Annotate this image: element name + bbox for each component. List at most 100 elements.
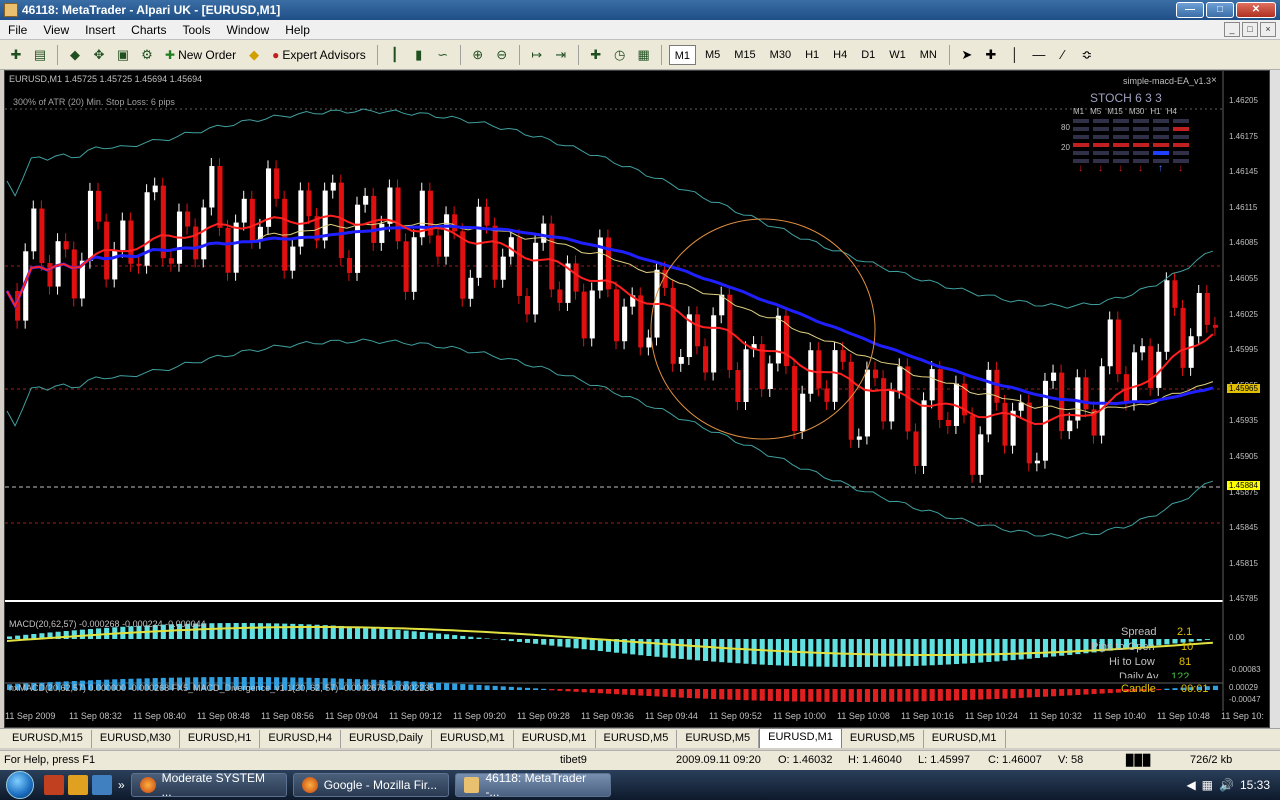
strategy-tester-icon[interactable]: ⚙ xyxy=(137,45,157,65)
quicklaunch-more-icon[interactable]: » xyxy=(118,778,125,792)
candle-body xyxy=(233,222,239,273)
candle-body xyxy=(403,241,409,292)
chart-tab[interactable]: EURUSD,M5 xyxy=(677,730,760,748)
macd-bar xyxy=(355,626,361,639)
macd-bar xyxy=(209,623,215,639)
metaeditor-icon[interactable]: ◆ xyxy=(244,45,264,65)
price-axis-label: 1.46085 xyxy=(1229,238,1258,248)
chart-tab[interactable]: EURUSD,M1 xyxy=(924,730,1006,748)
mdi-restore-button[interactable]: □ xyxy=(1242,22,1258,37)
chart-tab[interactable]: EURUSD,M1 xyxy=(514,730,596,748)
quicklaunch-icon[interactable] xyxy=(92,775,112,795)
candlestick-icon[interactable]: ▮ xyxy=(409,45,429,65)
timeframe-m5[interactable]: M5 xyxy=(700,45,725,65)
bar-chart-icon[interactable]: ┃ xyxy=(385,45,405,65)
task-metatrader[interactable]: 46118: MetaTrader -... xyxy=(454,771,611,799)
macd-bar xyxy=(994,639,1000,662)
candle-body xyxy=(711,315,717,373)
ea-close-icon[interactable]: × xyxy=(1211,75,1217,86)
menu-help[interactable]: Help xyxy=(277,23,318,37)
vertical-scrollbar[interactable] xyxy=(1270,70,1280,728)
trendline-icon[interactable]: ∕ xyxy=(1053,45,1073,65)
minimize-button[interactable]: — xyxy=(1176,2,1204,18)
macd-bar xyxy=(719,639,725,663)
timeframe-m15[interactable]: M15 xyxy=(729,45,760,65)
menu-window[interactable]: Window xyxy=(219,23,278,37)
macd-bar xyxy=(484,638,490,639)
timeframe-m1[interactable]: M1 xyxy=(668,44,696,65)
stoch-cell xyxy=(1133,151,1149,155)
line-chart-icon[interactable]: ∽ xyxy=(433,45,453,65)
timeframe-d1[interactable]: D1 xyxy=(856,45,880,65)
chart-window[interactable]: ↓ ↓ ↓ ↓ ↑ ↓ EURUSD,M1 1.45725 1.45725 1.45694… xyxy=(4,70,1270,728)
chart-tab[interactable]: EURUSD,H1 xyxy=(180,730,261,748)
chart-tab[interactable]: EURUSD,Daily xyxy=(341,730,432,748)
auto-scroll-icon[interactable]: ↦ xyxy=(527,45,547,65)
title-bar[interactable]: 46118: MetaTrader - Alpari UK - [EURUSD,… xyxy=(0,0,1280,20)
quicklaunch-icon[interactable] xyxy=(44,775,64,795)
mdi-close-button[interactable]: × xyxy=(1260,22,1276,37)
new-chart-icon[interactable]: ✚ xyxy=(6,45,26,65)
chart-tab[interactable]: EURUSD,H4 xyxy=(260,730,341,748)
nxmacd-bar xyxy=(492,685,498,690)
maximize-button[interactable]: □ xyxy=(1206,2,1234,18)
stoch-tf: M15 xyxy=(1107,107,1123,116)
candle-body xyxy=(1140,346,1146,353)
chart-tab[interactable]: EURUSD,M1 xyxy=(759,728,842,748)
quicklaunch-icon[interactable] xyxy=(68,775,88,795)
zoom-out-icon[interactable]: ⊖ xyxy=(492,45,512,65)
zoom-in-icon[interactable]: ⊕ xyxy=(468,45,488,65)
timeframe-w1[interactable]: W1 xyxy=(884,45,911,65)
macd-bar xyxy=(7,636,13,639)
templates-icon[interactable]: ▦ xyxy=(634,45,654,65)
macd-level-neg: -0.00083 xyxy=(1229,665,1261,674)
periods-icon[interactable]: ◷ xyxy=(610,45,630,65)
vertical-line-icon[interactable]: │ xyxy=(1005,45,1025,65)
close-button[interactable]: ✕ xyxy=(1236,2,1276,18)
volume-icon[interactable]: 🔊 xyxy=(1219,778,1234,792)
timeframe-h4[interactable]: H4 xyxy=(828,45,852,65)
horizontal-line-icon[interactable]: — xyxy=(1029,45,1049,65)
cursor-icon[interactable]: ➤ xyxy=(957,45,977,65)
chart-tab[interactable]: EURUSD,M1 xyxy=(432,730,514,748)
candle-body xyxy=(703,346,709,373)
profiles-icon[interactable]: ▤ xyxy=(30,45,50,65)
menu-charts[interactable]: Charts xyxy=(123,23,174,37)
timeframe-h1[interactable]: H1 xyxy=(800,45,824,65)
clock[interactable]: 15:33 xyxy=(1240,778,1270,792)
menu-tools[interactable]: Tools xyxy=(175,23,219,37)
task-google-firefox[interactable]: Google - Mozilla Fir... xyxy=(292,773,449,797)
timeframe-mn[interactable]: MN xyxy=(915,45,942,65)
macd-bar xyxy=(905,639,911,667)
expert-advisors-button[interactable]: ● Expert Advisors xyxy=(268,44,370,66)
chart-tab[interactable]: EURUSD,M15 xyxy=(4,730,92,748)
chart-tab[interactable]: EURUSD,M30 xyxy=(92,730,180,748)
chart-tab[interactable]: EURUSD,M5 xyxy=(842,730,924,748)
chart-tab[interactable]: EURUSD,M5 xyxy=(596,730,678,748)
channel-icon[interactable]: ≎ xyxy=(1077,45,1097,65)
indicators-icon[interactable]: ✚ xyxy=(586,45,606,65)
chart-shift-icon[interactable]: ⇥ xyxy=(551,45,571,65)
menu-view[interactable]: View xyxy=(35,23,77,37)
menu-insert[interactable]: Insert xyxy=(77,23,123,37)
nxmacd-bar xyxy=(1212,685,1218,690)
task-label: Google - Mozilla Fir... xyxy=(323,778,438,792)
market-watch-icon[interactable]: ◆ xyxy=(65,45,85,65)
menu-file[interactable]: File xyxy=(0,23,35,37)
start-button[interactable] xyxy=(0,770,40,800)
price-chart[interactable]: ↓ ↓ ↓ ↓ ↑ ↓ xyxy=(5,71,1270,728)
tray-expand-icon[interactable]: ◀ xyxy=(1186,778,1195,792)
crosshair-icon[interactable]: ✚ xyxy=(981,45,1001,65)
network-icon[interactable]: ▦ xyxy=(1202,778,1213,792)
mdi-minimize-button[interactable]: _ xyxy=(1224,22,1240,37)
stoch-arrow: ↓ xyxy=(1178,163,1183,174)
macd-level-0: 0.00 xyxy=(1229,633,1245,642)
timeframe-m30[interactable]: M30 xyxy=(765,45,796,65)
status-bar: For Help, press F1 tibet9 2009.09.11 09:… xyxy=(0,750,1280,770)
new-order-button[interactable]: ✚ New Order xyxy=(161,44,240,66)
navigator-icon[interactable]: ✥ xyxy=(89,45,109,65)
candle-body xyxy=(1059,372,1065,432)
terminal-icon[interactable]: ▣ xyxy=(113,45,133,65)
task-moderate-system[interactable]: Moderate SYSTEM ... xyxy=(130,771,287,799)
nxmacd-bar xyxy=(444,683,450,690)
